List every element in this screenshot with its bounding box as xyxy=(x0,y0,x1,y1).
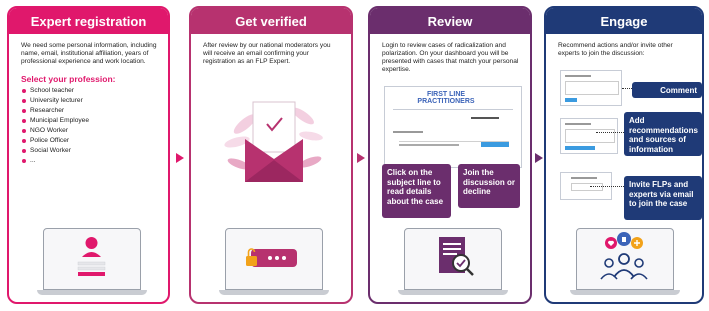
profession-heading: Select your profession: xyxy=(21,74,116,84)
email-envelope-illustration xyxy=(224,101,323,182)
profession-item: Police Officer xyxy=(22,136,168,146)
callout-read-details: Click on the subject line to read detail… xyxy=(382,164,451,218)
step-title: Expert registration xyxy=(9,8,168,34)
step-review: Review Login to review cases of radicali… xyxy=(368,6,532,304)
arrow-right-icon xyxy=(535,153,543,163)
laptop-password-illustration xyxy=(219,228,329,298)
step-title: Review xyxy=(370,8,530,34)
step-get-verified: Get verified After review by our nationa… xyxy=(189,6,353,304)
user-login-icon xyxy=(77,237,106,276)
comment-form-screenshot xyxy=(560,70,622,106)
callout-invite-flps: Invite FLPs and experts via email to joi… xyxy=(624,176,702,220)
step-description: After review by our national moderators … xyxy=(203,42,331,65)
password-lock-icon xyxy=(246,248,297,267)
step-engage: Engage Recommend actions and/or invite o… xyxy=(544,6,704,304)
callout-add-recommendations: Add recommendations and sources of infor… xyxy=(624,112,702,156)
laptop-community-illustration xyxy=(570,228,680,298)
arrow-right-icon xyxy=(357,153,365,163)
laptop-login-illustration xyxy=(37,228,147,298)
step-description: Recommend actions and/or invite other ex… xyxy=(558,42,673,57)
step-title: Get verified xyxy=(191,8,351,34)
dashboard-screenshot: FIRST LINE PRACTITIONERS xyxy=(384,86,522,168)
callout-join-discussion: Join the discussion or decline xyxy=(458,164,520,208)
profession-item: NGO Worker xyxy=(22,126,168,136)
profession-item: Municipal Employee xyxy=(22,116,168,126)
profession-item: Researcher xyxy=(22,106,168,116)
laptop-document-illustration xyxy=(398,228,508,298)
step-description: We need some personal information, inclu… xyxy=(21,42,157,65)
profession-item: University lecturer xyxy=(22,96,168,106)
recommendation-form-screenshot xyxy=(560,118,618,154)
profession-list: School teacher University lecturer Resea… xyxy=(9,86,168,166)
profession-item: Social Worker xyxy=(22,146,168,156)
callout-comment: Comment xyxy=(632,82,702,98)
arrow-right-icon xyxy=(176,153,184,163)
step-title: Engage xyxy=(546,8,702,34)
document-search-icon xyxy=(439,237,474,276)
profession-item: ... xyxy=(22,156,168,166)
community-reaction-icon xyxy=(600,232,648,280)
profession-item: School teacher xyxy=(22,86,168,96)
dashboard-logo: FIRST LINE PRACTITIONERS xyxy=(417,91,475,105)
step-expert-registration: Expert registration We need some persona… xyxy=(7,6,170,304)
step-description: Login to review cases of radicalization … xyxy=(382,42,519,73)
